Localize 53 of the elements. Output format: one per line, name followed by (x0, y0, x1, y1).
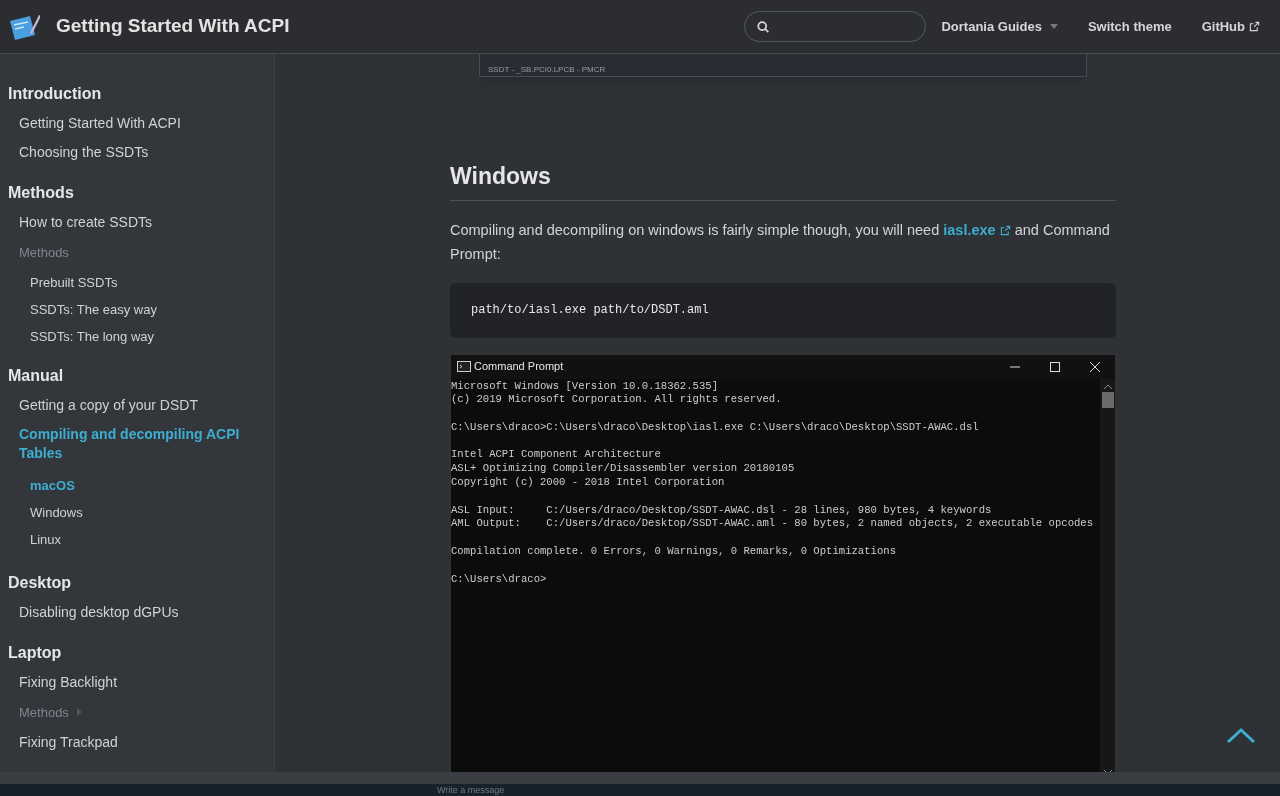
sidebar-link[interactable]: Choosing the SSDTs (0, 138, 274, 167)
caret-right-icon (76, 708, 82, 717)
sidebar-link[interactable]: Fixing Backlight (0, 667, 274, 697)
section-heading: Windows (450, 159, 1116, 201)
message-field[interactable]: Write a message (437, 785, 505, 795)
terminal-line: Copyright (c) 2000 - 2018 Intel Corporation (451, 476, 726, 490)
caret-icon (1049, 24, 1058, 29)
nav-dropdown[interactable]: Dortania Guides (941, 16, 1058, 37)
scroll-thumb[interactable] (1101, 391, 1114, 408)
terminal-line: Microsoft Windows [Version 10.0.18362.535] (451, 379, 719, 394)
sidebar-link[interactable]: Windows (0, 498, 274, 526)
sidebar-link[interactable]: SSDTs: The long way (0, 322, 274, 350)
code-block: path/to/iasl.exe path/to/DSDT.aml (450, 282, 1116, 338)
terminal-line: ASL Input: C:/Users/draco/Desktop/SSDT-AWAC.dsl - 28 lines, 980 bytes, 4 keywords (451, 503, 993, 518)
terminal-title: Command Prompt (474, 359, 564, 375)
status-text: SSDT - _SB.PCI0.LPCB - PMCR (487, 65, 606, 76)
terminal-line: C:\Users\draco> (451, 572, 548, 587)
terminal-line: Intel ACPI Component Architecture (451, 448, 662, 463)
terminal-line: ASL+ Optimizing Compiler/Disassembler version 20180105 (451, 462, 796, 477)
logo-icon (8, 12, 40, 41)
terminal-line: AML Output: C:/Users/draco/Desktop/SSDT-AWAC.aml - 80 bytes, 2 named objects, 2 executable opcodes (451, 517, 1095, 532)
sidebar-heading: Desktop (7, 572, 73, 593)
sidebar-heading: Manual (7, 365, 65, 386)
sidebar-link[interactable]: Prebuilt SSDTs (0, 268, 274, 296)
sidebar-link[interactable]: Compiling and decompiling ACPI Tables (0, 419, 274, 468)
sidebar-link[interactable]: Getting a copy of your DSDT (0, 390, 274, 420)
terminal-line: C:\Users\draco>C:\Users\draco\Desktop\iasl.exe C:\Users\draco\Desktop\SSDT-AWAC.dsl (451, 420, 980, 435)
site-title: Getting Started With ACPI (56, 14, 290, 39)
terminal-icon (457, 361, 471, 372)
sidebar-link[interactable]: Linux (0, 525, 274, 553)
sidebar-heading: Laptop (7, 642, 63, 663)
scrollbar[interactable] (1100, 378, 1115, 772)
nav-link[interactable]: Switch theme (1087, 16, 1172, 37)
nav-link[interactable]: GitHub (1201, 16, 1260, 37)
iasl-link[interactable]: iasl.exe (943, 221, 1011, 238)
sidebar-link[interactable]: Disabling desktop dGPUs (0, 597, 274, 627)
external-link-icon (1249, 21, 1260, 32)
sidebar-link[interactable]: How to create SSDTs (0, 208, 274, 237)
sidebar-heading: Methods (7, 183, 75, 203)
maximize-icon[interactable] (1050, 361, 1060, 372)
search-icon (757, 19, 770, 34)
sidebar-link[interactable]: Fixing Trackpad (0, 728, 274, 757)
terminal-line: (c) 2019 Microsoft Corporation. All rights reserved. (451, 393, 783, 408)
sidebar-link[interactable]: Getting Started With ACPI (0, 109, 274, 138)
terminal-line: Compilation complete. 0 Errors, 0 Warnings, 0 Remarks, 0 Optimizations (451, 545, 897, 559)
back-to-top-icon[interactable] (1226, 727, 1256, 744)
sidebar-link[interactable]: macOS (0, 471, 274, 499)
external-link-icon (999, 225, 1011, 237)
paragraph: Compiling and decompiling on windows is fairly simple though, you will need iasl.exe and Command Prompt: (450, 220, 1111, 264)
scroll-up-icon[interactable] (1103, 383, 1112, 389)
sidebar-heading: Introduction (7, 84, 103, 104)
sidebar-link[interactable]: SSDTs: The easy way (0, 295, 274, 323)
close-icon[interactable] (1090, 361, 1100, 372)
